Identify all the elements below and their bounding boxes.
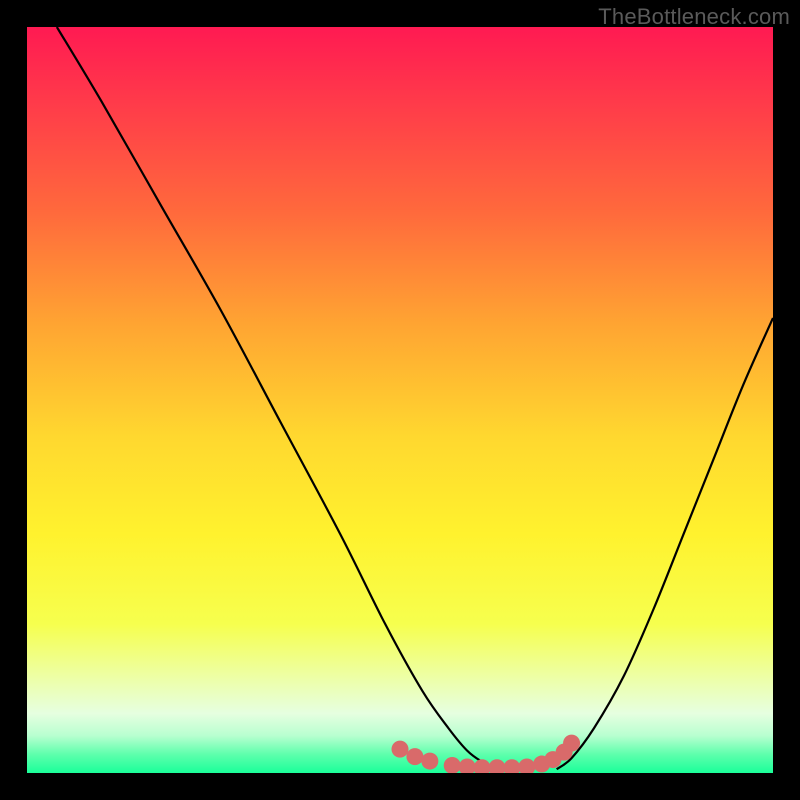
bottleneck-curve-right bbox=[557, 318, 773, 769]
optimal-dot bbox=[444, 757, 461, 773]
optimal-range-dots bbox=[392, 735, 581, 773]
optimal-dot bbox=[488, 759, 505, 773]
optimal-dot bbox=[421, 753, 438, 770]
optimal-dot bbox=[474, 759, 491, 773]
optimal-dot bbox=[503, 759, 520, 773]
plot-area bbox=[27, 27, 773, 773]
bottleneck-curve-left bbox=[57, 27, 497, 769]
optimal-dot bbox=[459, 759, 476, 773]
chart-frame: TheBottleneck.com bbox=[0, 0, 800, 800]
optimal-dot bbox=[406, 748, 423, 765]
optimal-dot bbox=[392, 741, 409, 758]
curves-layer bbox=[27, 27, 773, 773]
optimal-dot bbox=[518, 759, 535, 773]
optimal-dot bbox=[563, 735, 580, 752]
watermark: TheBottleneck.com bbox=[598, 4, 790, 30]
